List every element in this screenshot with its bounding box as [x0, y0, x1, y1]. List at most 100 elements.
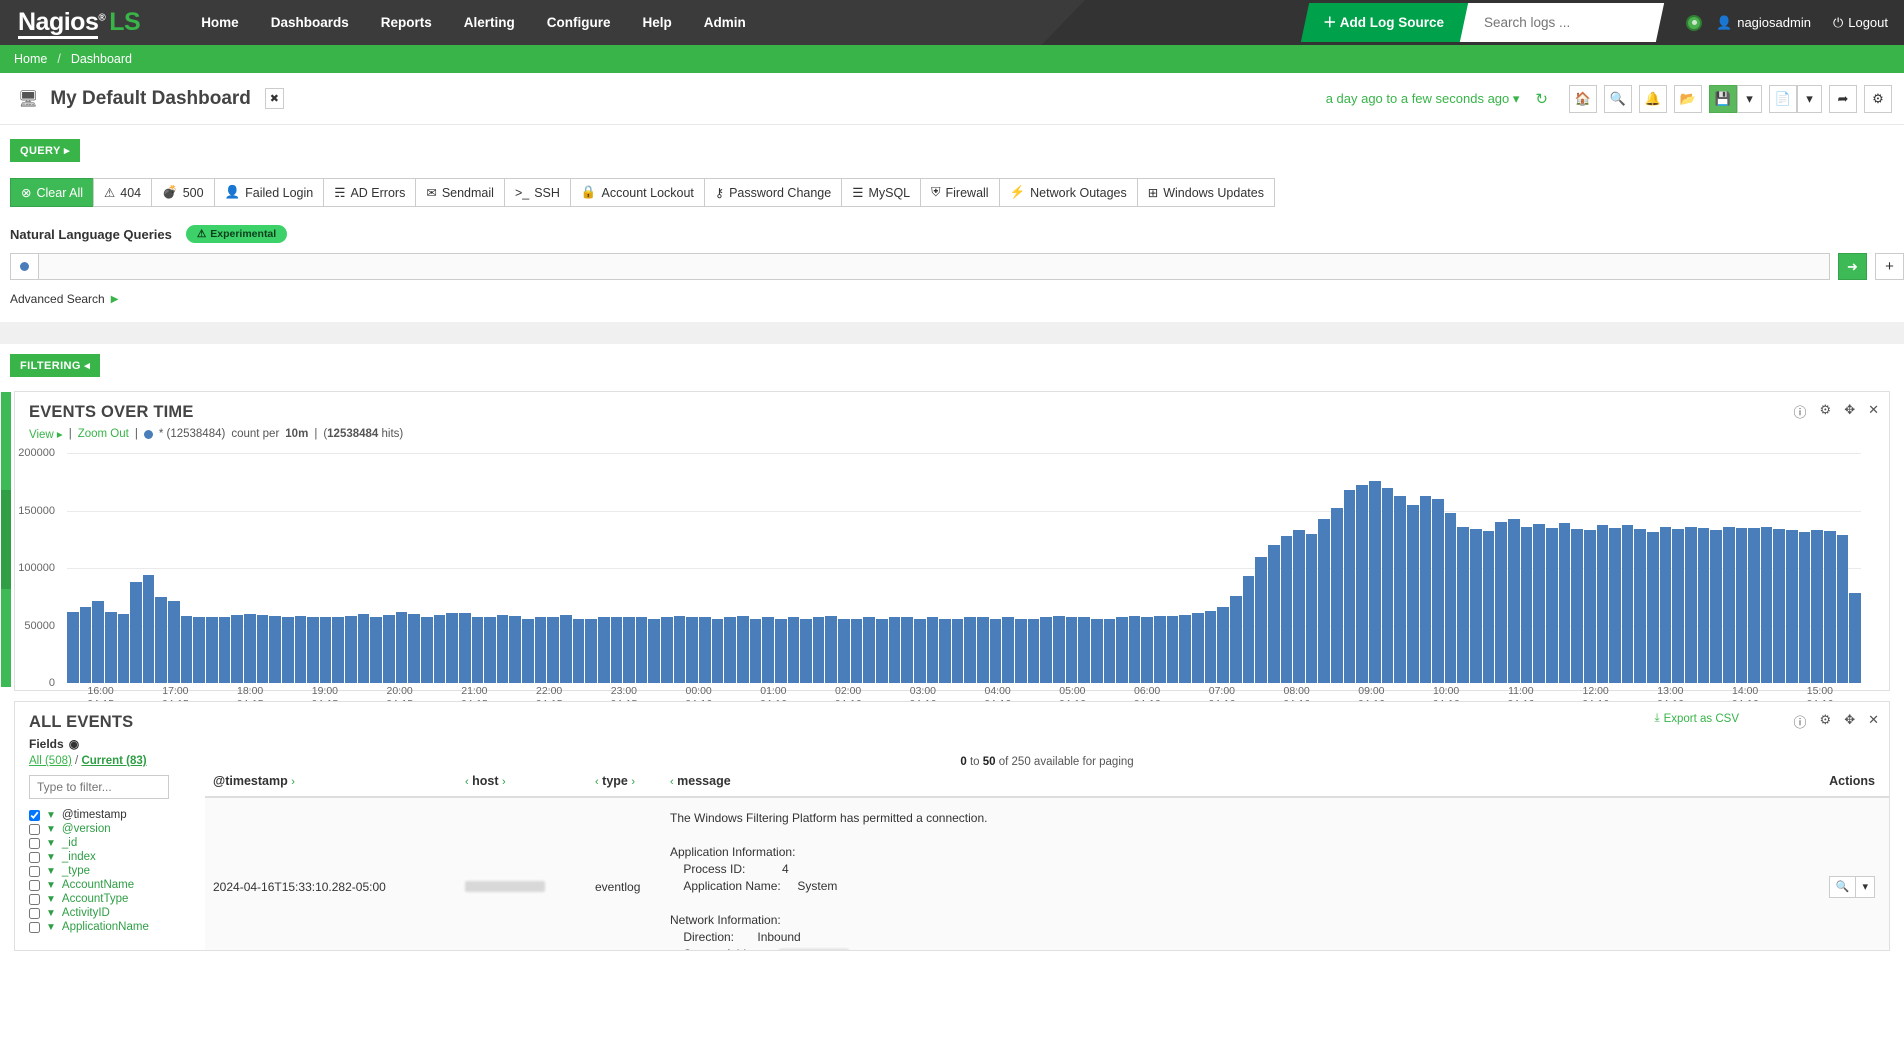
filter-icon[interactable]: ▼	[46, 852, 56, 863]
chart-bar[interactable]	[951, 618, 964, 683]
chart-bar[interactable]	[989, 618, 1002, 683]
row-actions-button[interactable]: 🔍 ▾	[1828, 875, 1875, 898]
chart-bar[interactable]	[1280, 535, 1293, 683]
nav-item-reports[interactable]: Reports	[365, 0, 448, 45]
chart-bar[interactable]	[1002, 617, 1015, 683]
chart-bar[interactable]	[180, 616, 193, 683]
nav-item-home[interactable]: Home	[185, 0, 255, 45]
load-button[interactable]: 📂	[1674, 84, 1702, 113]
chart-bar[interactable]	[1154, 616, 1166, 683]
chart-bar[interactable]	[155, 596, 168, 683]
chart-bar[interactable]	[1470, 528, 1482, 683]
filter-icon[interactable]: ▼	[46, 922, 56, 933]
field-name[interactable]: ApplicationName	[62, 921, 149, 933]
info-icon[interactable]: ⓘ	[1794, 712, 1807, 731]
chart-bar[interactable]	[433, 615, 446, 683]
chart-bar[interactable]	[471, 617, 484, 683]
chart-bar[interactable]	[345, 616, 357, 683]
field-checkbox[interactable]	[29, 837, 40, 849]
chart-bar[interactable]	[1166, 616, 1179, 683]
nav-item-admin[interactable]: Admin	[688, 0, 762, 45]
field-checkbox[interactable]	[29, 893, 40, 905]
chart-bar[interactable]	[168, 601, 180, 683]
chart-bar[interactable]	[446, 612, 458, 683]
chart-bar[interactable]	[357, 614, 370, 683]
logout-button[interactable]: ⏻ Logout	[1833, 15, 1888, 31]
info-icon[interactable]: ⓘ	[1794, 402, 1807, 421]
chart-bar[interactable]	[1368, 480, 1381, 683]
chart-bar[interactable]	[1647, 532, 1659, 683]
chart-bar[interactable]	[256, 615, 269, 683]
field-name[interactable]: @timestamp	[62, 809, 127, 821]
filter-500[interactable]: 💣 500	[151, 178, 214, 207]
chart-bar[interactable]	[395, 611, 408, 683]
chart-bar[interactable]	[319, 617, 332, 683]
fields-all-link[interactable]: All (508)	[29, 755, 72, 767]
filter-failed-login[interactable]: 👤 Failed Login	[213, 178, 324, 207]
chart-bar[interactable]	[1015, 618, 1027, 683]
chart-bar[interactable]	[1128, 616, 1141, 683]
save-dropdown[interactable]: ▾	[1737, 84, 1762, 113]
filter-icon[interactable]: ▼	[46, 908, 56, 919]
time-range-selector[interactable]: a day ago to a few seconds ago ▾	[1326, 91, 1520, 107]
field-checkbox[interactable]	[29, 851, 40, 863]
column-header-host[interactable]: ‹ host ›	[465, 774, 595, 788]
chart-bar[interactable]	[420, 617, 433, 683]
chart-bar[interactable]	[1356, 485, 1368, 683]
nav-item-dashboards[interactable]: Dashboards	[255, 0, 365, 45]
chart-bar[interactable]	[1293, 530, 1305, 683]
filter-icon[interactable]: ▼	[46, 880, 56, 891]
nav-item-alerting[interactable]: Alerting	[448, 0, 531, 45]
chart-bar[interactable]	[863, 617, 875, 683]
chart-bar[interactable]	[193, 617, 206, 683]
chart-bar[interactable]	[294, 616, 307, 683]
filter-ad-errors[interactable]: ☴ AD Errors	[323, 178, 416, 207]
chart-bar[interactable]	[1786, 530, 1798, 683]
chart-bar[interactable]	[1419, 495, 1432, 683]
chart-bar[interactable]	[1078, 617, 1090, 683]
advanced-search-toggle[interactable]: Advanced Search ▶	[10, 292, 1904, 306]
chart-bar[interactable]	[1634, 528, 1647, 683]
chart-bar[interactable]	[1217, 607, 1229, 683]
save-button[interactable]: 💾	[1709, 84, 1737, 113]
chart-bar[interactable]	[1381, 487, 1394, 683]
chart-bar[interactable]	[370, 617, 383, 683]
chart-bar[interactable]	[1065, 617, 1078, 683]
field-checkbox[interactable]	[29, 907, 40, 919]
chart-bar[interactable]	[1040, 617, 1052, 683]
chart-bar[interactable]	[1255, 556, 1267, 683]
chart-bar[interactable]	[939, 618, 951, 683]
chart-bar[interactable]	[408, 614, 420, 683]
field-name[interactable]: AccountName	[62, 879, 134, 891]
chart-bar[interactable]	[774, 618, 787, 683]
clear-all-button[interactable]: ⊗ Clear All	[10, 178, 94, 207]
add-log-source-button[interactable]: ＋ Add Log Source	[1300, 3, 1471, 42]
chart-bar[interactable]	[79, 607, 92, 683]
field-checkbox[interactable]	[29, 879, 40, 891]
nav-item-help[interactable]: Help	[627, 0, 688, 45]
close-icon[interactable]: ✕	[1868, 402, 1879, 421]
nav-item-configure[interactable]: Configure	[531, 0, 627, 45]
filter-ssh[interactable]: >_ SSH	[503, 178, 570, 207]
chart-bar[interactable]	[1179, 615, 1192, 683]
table-row[interactable]: 2024-04-16T15:33:10.282-05:00 eventlog T…	[205, 798, 1889, 950]
natural-language-query-input[interactable]	[38, 253, 1830, 280]
filter-icon[interactable]: ▼	[46, 894, 56, 905]
breadcrumb-dashboard[interactable]: Dashboard	[67, 52, 136, 66]
nagios-logo[interactable]: Nagios® LS	[18, 8, 141, 39]
chart-bar[interactable]	[585, 618, 597, 683]
chart-bar[interactable]	[534, 617, 547, 683]
chart-bar[interactable]	[724, 617, 736, 683]
chart-bar[interactable]	[699, 617, 711, 683]
chart-bar[interactable]	[1052, 616, 1065, 683]
chart-bar[interactable]	[484, 617, 496, 683]
close-icon[interactable]: ✕	[1868, 712, 1879, 731]
alerts-button[interactable]: 🔔	[1639, 84, 1667, 113]
chart-bar[interactable]	[1141, 617, 1154, 683]
chart-bar[interactable]	[1192, 612, 1204, 683]
field-name[interactable]: ActivityID	[62, 907, 110, 919]
report-dropdown[interactable]: ▾	[1797, 84, 1822, 113]
chart-bar[interactable]	[812, 617, 825, 683]
chart-bar[interactable]	[332, 617, 345, 683]
chart-bar[interactable]	[1558, 523, 1571, 683]
